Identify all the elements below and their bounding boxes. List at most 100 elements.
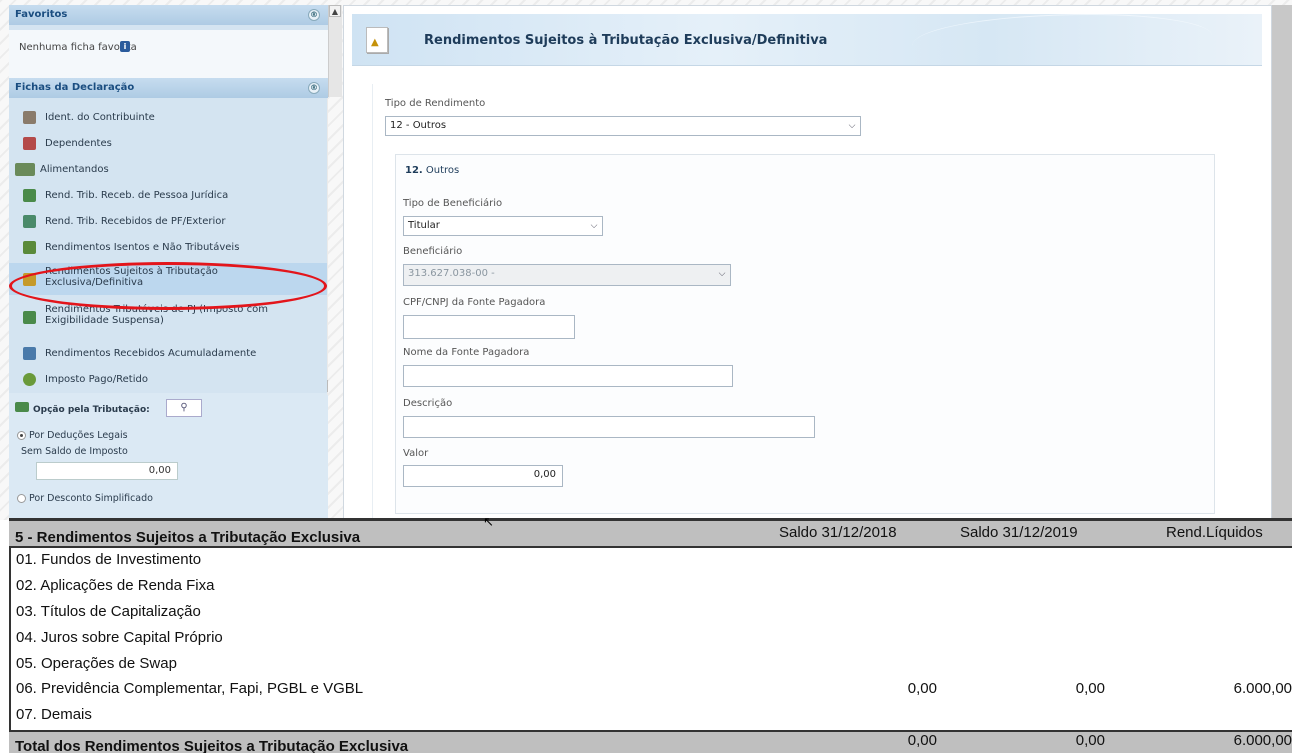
fichas-header[interactable]: Fichas da Declaração ® (9, 78, 328, 98)
report-title: 5 - Rendimentos Sujeitos a Tributação Ex… (15, 529, 361, 546)
descricao-label: Descrição (403, 398, 453, 409)
sidebar-item-label: Rendimentos Recebidos Acumuladamente (45, 348, 257, 359)
main-header: Rendimentos Sujeitos à Tributação Exclus… (352, 14, 1262, 66)
document-warning-icon (366, 27, 388, 53)
tipo-rendimento-label: Tipo de Rendimento (385, 98, 486, 109)
report-total-row: Total dos Rendimentos Sujeitos a Tributa… (9, 730, 1292, 753)
form-area: Tipo de Rendimento 12 - Outros ⌵ 12. Out… (372, 84, 1240, 521)
favoritos-header[interactable]: Favoritos ® (9, 5, 328, 25)
person-icon (23, 111, 36, 124)
document-icon (23, 241, 36, 254)
sidebar-item-ident-contribuinte[interactable]: Ident. do Contribuinte (9, 105, 328, 131)
sidebar-item-imposto-pago[interactable]: Imposto Pago/Retido (9, 367, 328, 393)
opcao-tributacao-panel: Opção pela Tributação: ⚲ Por Deduções Le… (9, 393, 328, 520)
descricao-input[interactable] (403, 416, 815, 438)
report-header: 5 - Rendimentos Sujeitos a Tributação Ex… (9, 518, 1292, 548)
tipo-rendimento-value: 12 - Outros (390, 120, 447, 131)
coin-icon (23, 373, 36, 386)
sidebar-scrollbar[interactable]: ▼ (327, 98, 328, 395)
tipo-rendimento-select[interactable]: 12 - Outros ⌵ (385, 116, 861, 136)
option-desconto-label: Por Desconto Simplificado (29, 493, 153, 504)
opcao-title: Opção pela Tributação: (33, 405, 150, 415)
sidebar-item-dependentes[interactable]: Dependentes (9, 131, 328, 157)
tipo-beneficiario-select[interactable]: Titular ⌵ (403, 216, 603, 236)
money-icon (23, 189, 36, 202)
table-row: 03. Títulos de Capitalização (16, 603, 201, 620)
total-rend-liquidos: 6.000,00 (1233, 732, 1292, 749)
mouse-cursor-icon: ↖ (483, 515, 494, 530)
sidebar-item-alimentandos[interactable]: Alimentandos (9, 157, 328, 183)
fichas-list: Ident. do Contribuinte Dependentes Alime… (9, 103, 328, 403)
alimentandos-icon (15, 163, 35, 176)
beneficiario-select[interactable]: 313.627.038-00 - ⌵ (403, 264, 731, 286)
dependents-icon (23, 137, 36, 150)
beneficiario-label: Beneficiário (403, 246, 463, 257)
collapse-icon[interactable]: ® (308, 9, 320, 21)
tipo-beneficiario-value: Titular (408, 220, 440, 231)
sidebar-item-label: Rend. Trib. Recebidos de PF/Exterior (45, 216, 226, 227)
highlight-oval (9, 262, 327, 310)
nome-fonte-label: Nome da Fonte Pagadora (403, 347, 530, 358)
table-row: 02. Aplicações de Renda Fixa (16, 577, 215, 594)
table-cell-saldo-2019: 0,00 (1075, 680, 1105, 697)
table-cell-rend-liquidos: 6.000,00 (1233, 680, 1292, 697)
table-row: 04. Juros sobre Capital Próprio (16, 629, 223, 646)
radio-deducoes-legais[interactable] (17, 431, 26, 440)
option-deducoes-label: Por Deduções Legais (29, 430, 128, 441)
sidebar-item-label: Ident. do Contribuinte (45, 112, 155, 123)
section-number: 12. Outros (405, 165, 460, 176)
table-cell-saldo-2018: 0,00 (907, 680, 937, 697)
report-table: 5 - Rendimentos Sujeitos a Tributação Ex… (9, 518, 1292, 753)
total-label: Total dos Rendimentos Sujeitos a Tributa… (15, 738, 409, 753)
main-panel: Rendimentos Sujeitos à Tributação Exclus… (343, 5, 1272, 521)
table-row: 07. Demais (16, 706, 92, 723)
search-icon[interactable]: ⚲ (166, 399, 202, 417)
column-header: Rend.Líquidos (1166, 524, 1263, 541)
fichas-title: Fichas da Declaração (15, 82, 135, 93)
sidebar-item-label: Rendimentos Isentos e Não Tributáveis (45, 242, 240, 253)
outros-section: 12. Outros Tipo de Beneficiário Titular … (395, 154, 1215, 514)
tipo-beneficiario-label: Tipo de Beneficiário (403, 198, 503, 209)
collapse-icon[interactable]: ® (308, 82, 320, 94)
total-saldo-2019: 0,00 (1075, 732, 1105, 749)
valor-input[interactable]: 0,00 (403, 465, 563, 487)
table-row: 01. Fundos de Investimento (16, 551, 202, 568)
table-row: 06. Previdência Complementar, Fapi, PGBL… (16, 680, 364, 697)
cpf-cnpj-input[interactable] (403, 315, 575, 339)
sidebar-item-rend-acumuladamente[interactable]: Rendimentos Recebidos Acumuladamente (9, 341, 328, 367)
beneficiario-value: 313.627.038-00 - (408, 268, 495, 279)
sidebar-item-label: Dependentes (45, 138, 112, 149)
saldo-label: Sem Saldo de Imposto (21, 446, 128, 457)
saldo-value-field: 0,00 (36, 462, 178, 480)
favoritos-title: Favoritos (15, 9, 68, 20)
radio-desconto-simplificado[interactable] (17, 494, 26, 503)
chevron-down-icon: ⌵ (848, 121, 856, 131)
sidebar-item-rend-trib-pf[interactable]: Rend. Trib. Recebidos de PF/Exterior (9, 209, 328, 235)
money-icon (23, 215, 36, 228)
main-scrollbar[interactable] (1272, 5, 1292, 520)
total-saldo-2018: 0,00 (907, 732, 937, 749)
valor-label: Valor (403, 448, 429, 459)
money-icon (23, 311, 36, 324)
nome-fonte-input[interactable] (403, 365, 733, 387)
scroll-up-icon[interactable]: ▲ (329, 5, 341, 17)
money-icon (15, 402, 29, 412)
favoritos-panel: Nenhuma ficha favorita i (9, 30, 328, 78)
sidebar-item-label: Alimentandos (40, 164, 109, 175)
info-icon[interactable]: i (120, 41, 130, 52)
page-title: Rendimentos Sujeitos à Tributação Exclus… (424, 33, 828, 48)
sidebar-item-rend-trib-pj[interactable]: Rend. Trib. Receb. de Pessoa Jurídica (9, 183, 328, 209)
sidebar: Favoritos ® Nenhuma ficha favorita i Fic… (9, 5, 328, 520)
chevron-down-icon: ⌵ (718, 269, 726, 279)
table-row: 05. Operações de Swap (16, 655, 177, 672)
favoritos-scrollbar[interactable]: ▲ (328, 5, 342, 97)
cpf-cnpj-label: CPF/CNPJ da Fonte Pagadora (403, 297, 546, 308)
app-window: Favoritos ® Nenhuma ficha favorita i Fic… (0, 0, 1292, 521)
chevron-down-icon: ⌵ (590, 221, 598, 231)
sidebar-item-label: Rend. Trib. Receb. de Pessoa Jurídica (45, 190, 229, 201)
document-icon (23, 347, 36, 360)
sidebar-item-rend-isentos[interactable]: Rendimentos Isentos e Não Tributáveis (9, 235, 328, 261)
table-border (9, 548, 11, 730)
scroll-down-icon[interactable]: ▼ (327, 380, 328, 392)
sidebar-item-label: Imposto Pago/Retido (45, 374, 148, 385)
